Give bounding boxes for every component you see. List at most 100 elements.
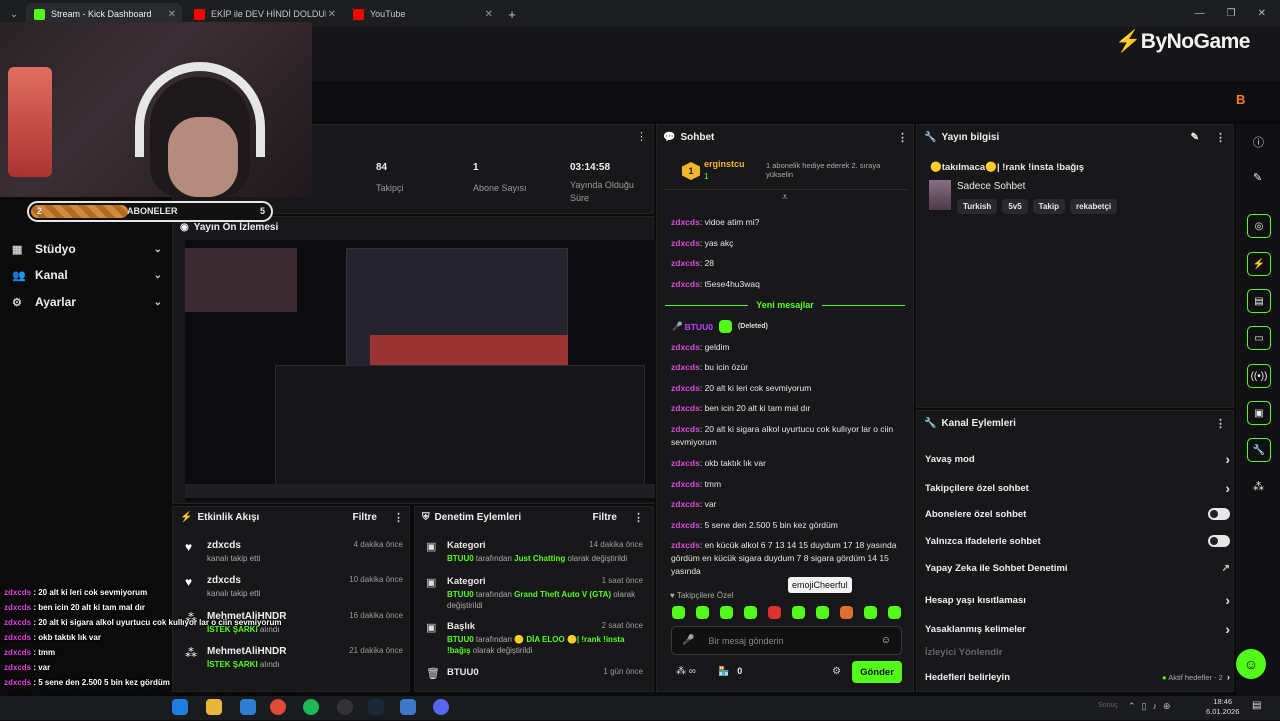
channel-action-row[interactable]: Yasaklanmış kelimeler › <box>925 621 1230 637</box>
store-app-icon[interactable] <box>240 699 256 715</box>
lightning-icon[interactable]: ⚡ <box>1247 252 1271 276</box>
kick-favicon-icon <box>34 8 45 20</box>
maximize-icon[interactable]: ❐ <box>1227 8 1236 19</box>
edit-icon[interactable]: ✎ <box>1191 132 1199 143</box>
pencil-icon[interactable]: ✎ <box>1253 171 1262 184</box>
channel-action-row[interactable]: Yalnızca ifadelerle sohbet <box>925 535 1230 547</box>
toggle-switch[interactable] <box>1208 535 1230 547</box>
channel-action-row[interactable]: Takipçilere özel sohbet › <box>925 480 1230 496</box>
channel-actions-menu-icon[interactable]: ⋮ <box>1215 417 1226 430</box>
toggle-switch[interactable] <box>1208 508 1230 520</box>
tag-chip[interactable]: 5v5 <box>1002 199 1028 214</box>
chat-settings-icon[interactable]: ⚙ <box>832 666 841 677</box>
send-button[interactable]: Gönder <box>852 661 902 683</box>
emote-icon[interactable] <box>840 606 853 619</box>
moderation-filter-button[interactable]: Filtre <box>593 512 617 523</box>
emote-icon[interactable] <box>792 606 805 619</box>
chevron-down-icon: ⌄ <box>153 269 162 281</box>
chat-username: zdxcds <box>671 217 700 227</box>
stream-info-menu-icon[interactable]: ⋮ <box>1215 131 1226 144</box>
obs-icon[interactable] <box>337 699 353 715</box>
chat-text: tmm <box>704 479 722 489</box>
chevron-right-icon: › <box>1225 592 1230 608</box>
notification-icon[interactable]: ▤ <box>1252 700 1261 711</box>
chat-text: 5 sene den 2.500 5 bin kez gördüm <box>704 520 838 530</box>
chat-message: zdxcds: ben icin 20 alt ki tam mal dır <box>671 403 811 413</box>
document-icon[interactable]: ▤ <box>1247 289 1271 313</box>
steam-icon[interactable] <box>368 699 384 715</box>
emote-icon[interactable] <box>888 606 901 619</box>
app-icon[interactable] <box>400 699 416 715</box>
chat-bubble-icon[interactable]: ▭ <box>1247 326 1271 350</box>
tools-icon[interactable]: 🔧 <box>1247 438 1271 462</box>
stream-info-title: Yayın bilgisi <box>941 132 1000 143</box>
tag-chip[interactable]: Takip <box>1032 199 1065 214</box>
deleted-user: BTUU0 <box>684 321 713 332</box>
overlay-username: zdxcds <box>4 633 32 642</box>
new-tab-button[interactable]: + <box>502 3 522 25</box>
drops-icon[interactable]: ⁂ ∞ <box>676 666 696 677</box>
tab-title: Stream - Kick Dashboard <box>51 9 152 19</box>
channel-action-row[interactable]: Yavaş mod › <box>925 451 1230 467</box>
chat-text: okb taktık lık var <box>704 458 766 468</box>
activity-time: 21 dakika önce <box>349 646 403 655</box>
emote-icon[interactable] <box>672 606 685 619</box>
close-window-icon[interactable]: ✕ <box>1258 8 1266 19</box>
emote-icon[interactable] <box>696 606 709 619</box>
emote-icon[interactable] <box>864 606 877 619</box>
set-goals-row[interactable]: Hedefleri belirleyin ● Aktif hedefler - 2… <box>925 672 1230 683</box>
activity-menu-icon[interactable]: ⋮ <box>393 511 404 524</box>
emoji-picker-icon[interactable]: ☺ <box>881 635 891 646</box>
overlay-chat-line: zdxcds : 20 alt ki leri cok sevmiyorum <box>4 588 148 597</box>
mod-time: 2 saat önce <box>601 621 643 630</box>
tag-chip[interactable]: rekabetçi <box>1069 199 1118 214</box>
support-chat-button[interactable]: ☺ <box>1236 649 1266 679</box>
discord-icon[interactable] <box>433 699 449 715</box>
mod-mid: tarafından <box>475 590 512 599</box>
taskbar-weather: Sonuç <box>1098 702 1118 709</box>
chrome-icon[interactable] <box>270 699 286 715</box>
add-widget-icon[interactable]: ⁂ <box>1253 480 1264 493</box>
stream-preview[interactable] <box>185 240 655 502</box>
nav-channel[interactable]: 👥 Kanal ⌄ <box>12 266 162 284</box>
chevron-right-icon: › <box>1225 451 1230 467</box>
collapse-icon[interactable]: ⩡ <box>782 192 788 203</box>
nav-studio[interactable]: ▦ Stüdyo ⌄ <box>12 240 162 258</box>
mod-desc: BTUU0 tarafından Grand Theft Auto V (GTA… <box>447 589 643 611</box>
points-balance[interactable]: 🏪 0 <box>718 666 742 677</box>
close-tab-icon[interactable]: ✕ <box>485 9 493 20</box>
chat-input[interactable]: 🎤 Bir mesaj gönderin ☺ <box>671 626 902 655</box>
emote-icon[interactable] <box>720 606 733 619</box>
system-tray-icons[interactable]: ⌃▯♪⊕ <box>1128 701 1177 712</box>
close-tab-icon[interactable]: ✕ <box>168 9 176 20</box>
clock-time: 18:46 <box>1213 697 1233 706</box>
info-icon[interactable]: ⓘ <box>1253 134 1264 150</box>
emote-icon[interactable] <box>768 606 781 619</box>
activity-filter-button[interactable]: Filtre <box>353 512 377 523</box>
chevron-down-icon: ⌄ <box>153 243 162 255</box>
clock[interactable]: 18:46 6.01.2026 <box>1206 697 1239 717</box>
edge-icon[interactable] <box>172 699 188 715</box>
target-icon[interactable]: ◎ <box>1247 214 1271 238</box>
channel-action-row[interactable]: Hesap yaşı kısıtlaması › <box>925 592 1230 608</box>
channel-action-row[interactable]: Abonelere özel sohbet <box>925 508 1230 520</box>
emote-icon[interactable] <box>744 606 757 619</box>
minimize-icon[interactable]: — <box>1195 8 1205 19</box>
emote-icon[interactable] <box>816 606 829 619</box>
face-shape <box>168 117 238 197</box>
stats-menu-icon[interactable]: ⋮ <box>636 130 647 143</box>
moderation-icon[interactable]: ▣ <box>1247 401 1271 425</box>
tag-chip[interactable]: Turkish <box>957 199 998 214</box>
tab-youtube[interactable]: YouTube ✕ <box>345 3 499 25</box>
mod-mid: tarafından <box>475 635 512 644</box>
moderation-menu-icon[interactable]: ⋮ <box>633 511 644 524</box>
channel-action-row[interactable]: Yapay Zeka ile Sohbet Denetimi ↗ <box>925 563 1230 574</box>
close-tab-icon[interactable]: ✕ <box>328 9 336 20</box>
chat-menu-icon[interactable]: ⋮ <box>897 131 908 144</box>
nav-label: Kanal <box>35 268 68 282</box>
chat-message: zdxcds: 5 sene den 2.500 5 bin kez gördü… <box>671 520 838 530</box>
explorer-icon[interactable] <box>206 699 222 715</box>
nav-settings[interactable]: ⚙ Ayarlar ⌄ <box>12 293 162 311</box>
spotify-icon[interactable] <box>303 699 319 715</box>
broadcast-icon[interactable]: ((•)) <box>1247 364 1271 388</box>
